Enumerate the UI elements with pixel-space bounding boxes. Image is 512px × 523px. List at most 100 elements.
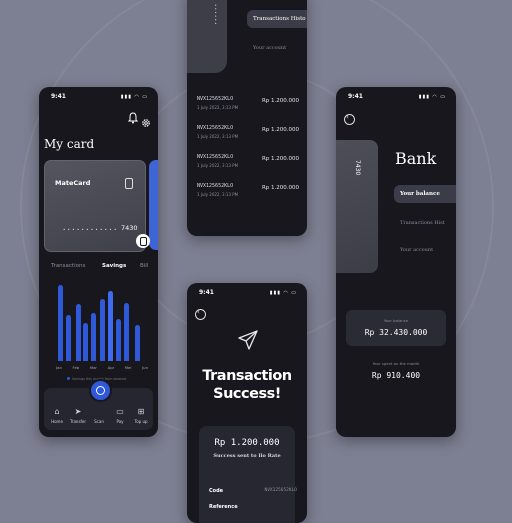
receipt-amount: Rp 1.200.000 — [214, 438, 280, 448]
card-brand-name: MateCard — [55, 179, 91, 187]
settings-gear-icon[interactable] — [141, 113, 151, 132]
back-button[interactable]: ‹ — [195, 308, 206, 320]
status-time: 9:41 — [348, 93, 363, 100]
menu-transactions-history[interactable]: Transactions Hist — [400, 220, 445, 226]
chart-bar — [91, 313, 96, 361]
transaction-date: 1 July 2022, 3:13 PM — [197, 134, 239, 139]
nav-topup-label: Top up — [134, 419, 148, 424]
receipt-code-value: NVX125652KLO — [264, 488, 297, 493]
bank-card-side[interactable]: 7430 — [336, 140, 378, 273]
scan-icon — [96, 386, 105, 395]
success-title-line1: Transaction — [202, 368, 292, 384]
back-button[interactable]: ‹ — [344, 113, 355, 125]
card-side-panel: • • • • • • — [187, 0, 227, 73]
scan-fab[interactable] — [89, 379, 112, 402]
signal-battery-icon: ▮▮▮ ◠ ▭ — [120, 94, 148, 100]
status-time: 9:41 — [199, 289, 214, 296]
balance-value: Rp 32.430.000 — [364, 328, 428, 337]
nav-transfer-label: Transfer — [69, 419, 87, 424]
card-last-digits: 7430 — [354, 160, 361, 176]
tab-savings[interactable]: Savings — [102, 263, 126, 269]
spent-value: Rp 910.400 — [371, 371, 421, 380]
tab-transactions[interactable]: Transactions — [51, 263, 85, 269]
transaction-row[interactable]: NVX125652KLO 1 July 2022, 3:13 PM Rp 1.2… — [197, 183, 299, 205]
card-number-dots: • • • • • • • • • • • • — [63, 227, 117, 232]
home-icon: ⌂ — [54, 407, 60, 416]
nav-pay-label: Pay — [116, 419, 124, 424]
bank-card[interactable]: MateCard • • • • • • • • • • • • 7430 — [44, 160, 146, 252]
transaction-code: NVX125652KLO — [197, 183, 234, 189]
transaction-amount: Rp 1.200.000 — [261, 127, 299, 133]
tab-your-account[interactable]: Your account — [253, 45, 286, 51]
month-label: Apr — [107, 365, 115, 370]
month-label: Jan — [56, 365, 62, 370]
month-label: Mei — [124, 365, 132, 370]
next-card-peek[interactable] — [149, 160, 158, 250]
tab-bill[interactable]: Bill — [140, 263, 148, 269]
signal-battery-icon: ▮▮▮ ◠ ▭ — [269, 290, 297, 296]
nav-topup[interactable]: ⊞ Top up — [131, 407, 151, 424]
success-title-line2: Success! — [213, 386, 281, 402]
menu-your-balance[interactable]: Your balance — [394, 185, 456, 203]
page-title: My card — [44, 137, 95, 151]
topup-icon: ⊞ — [137, 407, 145, 416]
bank-screen: 9:41 ▮▮▮ ◠ ▭ ‹ 7430 Bank Your balance Tr… — [336, 87, 456, 437]
status-bar: 9:41 ▮▮▮ ◠ ▭ — [199, 289, 297, 299]
transaction-amount: Rp 1.200.000 — [261, 185, 299, 191]
transaction-row[interactable]: NVX125652KLO 1 July 2022, 3:13 PM Rp 1.2… — [197, 154, 299, 176]
chart-bar — [135, 325, 140, 361]
nav-transfer[interactable]: ➤ Transfer — [68, 407, 88, 424]
status-bar: 9:41 ▮▮▮ ◠ ▭ — [348, 93, 446, 103]
month-label: Mar — [89, 365, 97, 370]
savings-bar-chart — [51, 277, 149, 361]
transaction-code: NVX125652KLO — [197, 96, 234, 102]
my-card-screen: 9:41 ▮▮▮ ◠ ▭ My card MateCard • • • • • … — [39, 87, 158, 437]
signal-battery-icon: ▮▮▮ ◠ ▭ — [418, 94, 446, 100]
balance-card: Your balance Rp 32.430.000 — [346, 310, 446, 346]
receipt-subtitle: Success sent to Ilo Rate — [213, 453, 281, 459]
wallet-icon: ▭ — [116, 407, 124, 416]
transaction-row[interactable]: NVX125652KLO 1 July 2022, 3:13 PM Rp 1.2… — [197, 125, 299, 147]
chart-month-labels: Jan Feb Mar Apr Mei Jun — [56, 365, 148, 370]
transaction-amount: Rp 1.200.000 — [261, 98, 299, 104]
send-icon: ➤ — [74, 407, 82, 416]
card-chip-icon — [125, 178, 133, 189]
chart-bar — [100, 299, 105, 361]
nav-home-label: Home — [51, 419, 63, 424]
card-last-digits: 7430 — [121, 224, 138, 232]
receipt-code-label: Code — [209, 488, 224, 494]
status-time: 9:41 — [51, 93, 66, 100]
paper-plane-icon — [237, 329, 259, 355]
transaction-row[interactable]: NVX125652KLO 1 July 2022, 3:13 PM Rp 1.2… — [197, 96, 299, 118]
transaction-date: 1 July 2022, 3:13 PM — [197, 105, 239, 110]
transactions-history-screen: • • • • • • Transactions Histo Your acco… — [187, 0, 307, 236]
notification-bell-icon[interactable] — [127, 112, 139, 127]
nav-scan[interactable]: Scan — [89, 419, 109, 424]
transaction-amount: Rp 1.200.000 — [261, 156, 299, 162]
chart-bar — [124, 303, 129, 361]
nav-scan-label: Scan — [94, 419, 104, 424]
balance-label: Your balance — [383, 318, 409, 323]
status-bar: 9:41 ▮▮▮ ◠ ▭ — [51, 93, 148, 103]
menu-your-account[interactable]: Your account — [400, 247, 433, 253]
bottom-navigation: ⌂ Home ➤ Transfer Scan ▭ Pay ⊞ Top up — [44, 379, 153, 430]
chart-bar — [83, 323, 88, 361]
back-arrow-icon: ‹ — [346, 113, 349, 121]
tab-transactions-history[interactable]: Transactions Histo — [247, 10, 307, 28]
page-title: Bank — [395, 149, 437, 168]
card-dots-vertical: • • • • • • — [213, 4, 218, 25]
chart-bar — [108, 291, 113, 361]
nav-home[interactable]: ⌂ Home — [47, 407, 67, 424]
card-action-icon[interactable] — [136, 234, 150, 248]
spent-label: Your spent on the month — [372, 361, 420, 366]
chart-bar — [58, 285, 63, 361]
transaction-success-screen: 9:41 ▮▮▮ ◠ ▭ ‹ Transaction Success! Rp 1… — [187, 283, 307, 523]
transaction-date: 1 July 2022, 3:13 PM — [197, 163, 239, 168]
transaction-date: 1 July 2022, 3:13 PM — [197, 192, 239, 197]
nav-pay[interactable]: ▭ Pay — [110, 407, 130, 424]
transaction-code: NVX125652KLO — [197, 125, 234, 131]
legend-dot — [67, 377, 70, 380]
transaction-code: NVX125652KLO — [197, 154, 234, 160]
receipt-reference-label: Reference — [209, 504, 238, 510]
back-arrow-icon: ‹ — [197, 308, 200, 316]
